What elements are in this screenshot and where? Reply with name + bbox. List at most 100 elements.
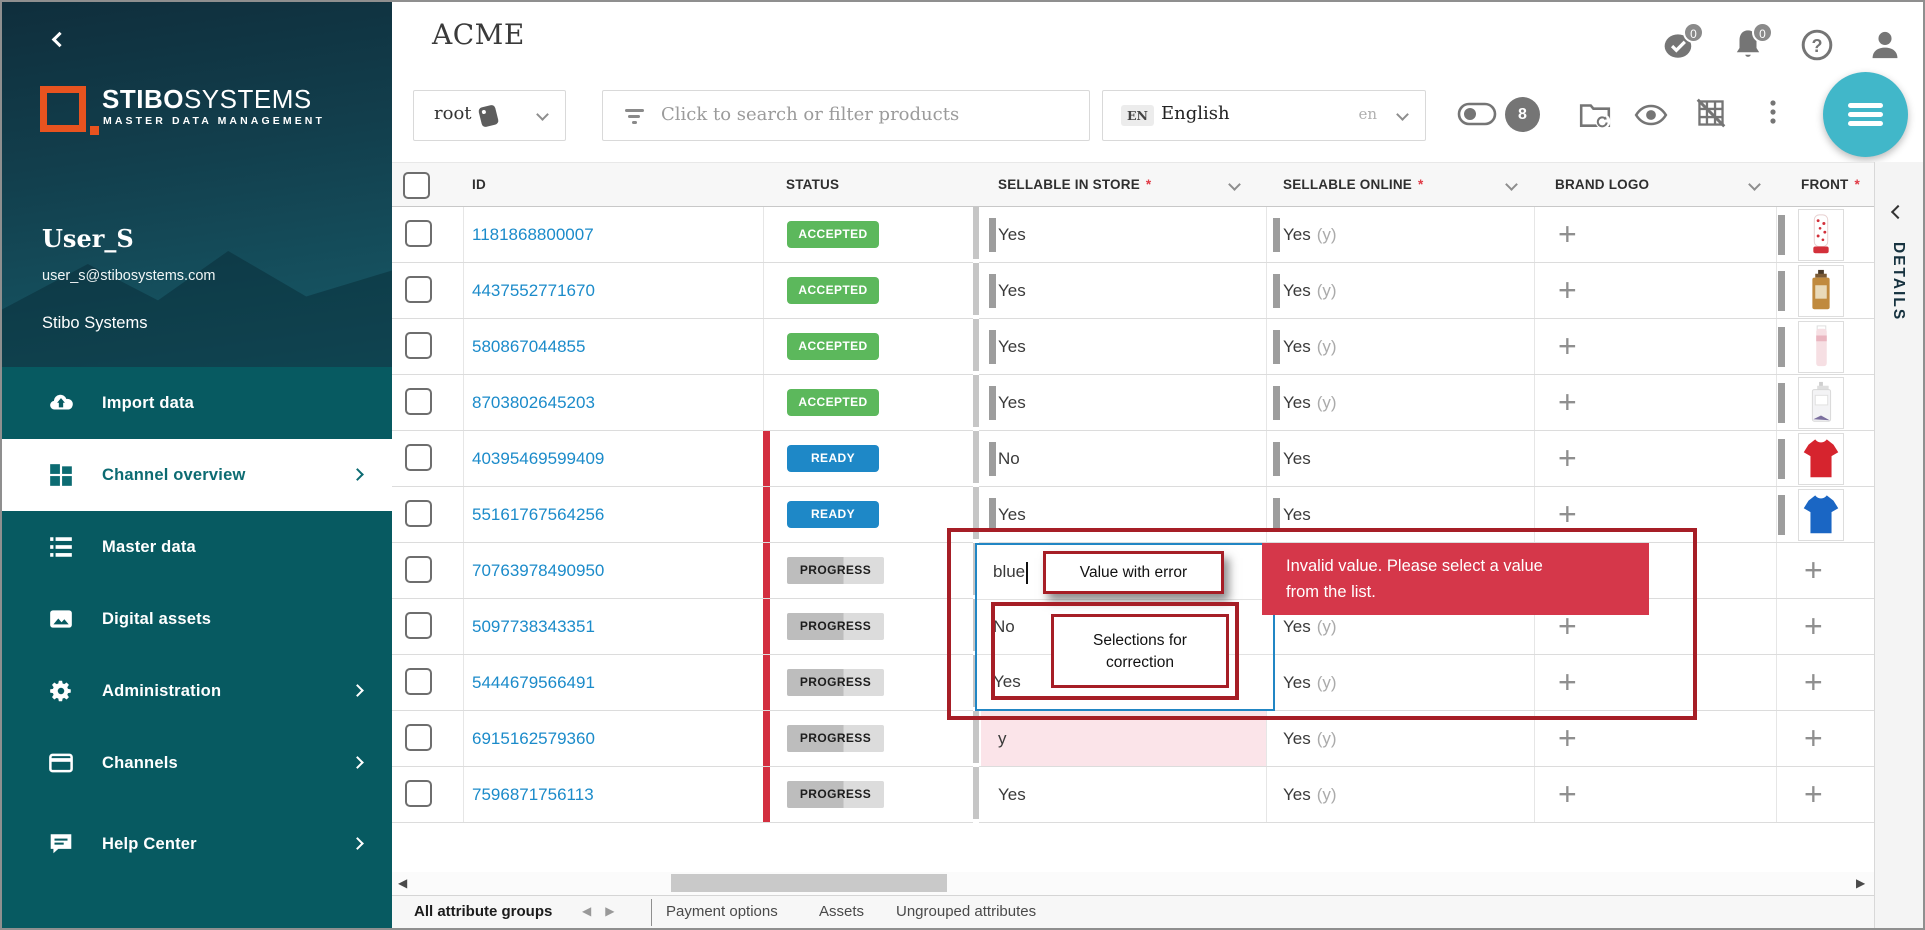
cell-sellable-in-store[interactable]: Yes: [981, 487, 1266, 542]
help-icon[interactable]: ?: [1800, 28, 1834, 62]
row-checkbox[interactable]: [405, 276, 432, 303]
product-id-link[interactable]: 5444679566491: [472, 655, 595, 710]
product-image-thumbnail[interactable]: [1798, 209, 1844, 261]
scroll-right-icon[interactable]: ▶: [1856, 876, 1865, 890]
approvals-icon[interactable]: 0: [1662, 28, 1696, 62]
add-asset-icon[interactable]: +: [1558, 711, 1577, 765]
product-image-thumbnail[interactable]: [1798, 377, 1844, 429]
product-id-link[interactable]: 6915162579360: [472, 711, 595, 766]
basket-toggle-icon[interactable]: [1457, 101, 1497, 127]
search-input[interactable]: Click to search or filter products: [602, 90, 1090, 141]
add-asset-icon[interactable]: +: [1558, 487, 1577, 541]
add-asset-icon[interactable]: +: [1558, 655, 1577, 709]
product-image-thumbnail[interactable]: [1798, 433, 1844, 485]
sidebar-item-administration[interactable]: Administration: [2, 655, 392, 727]
cell-sellable-online[interactable]: Yes(y): [1266, 655, 1534, 710]
cell-sellable-in-store[interactable]: Yes: [981, 319, 1266, 374]
main-menu-fab[interactable]: [1823, 72, 1908, 157]
preview-eye-icon[interactable]: [1634, 104, 1668, 126]
product-id-link[interactable]: 580867044855: [472, 319, 585, 374]
column-header-sellable-in-store[interactable]: SELLABLE IN STORE*: [998, 163, 1151, 207]
cell-sellable-online[interactable]: Yes(y): [1266, 767, 1534, 822]
column-header-front[interactable]: FRONT*: [1801, 163, 1860, 207]
product-image-thumbnail[interactable]: [1798, 489, 1844, 541]
tab-ungrouped-attributes[interactable]: Ungrouped attributes: [896, 903, 1036, 920]
select-all-checkbox[interactable]: [403, 172, 430, 199]
user-avatar-icon[interactable]: [1868, 28, 1902, 62]
column-header-sellable-online[interactable]: SELLABLE ONLINE*: [1283, 163, 1423, 207]
tab-payment-options[interactable]: Payment options: [666, 903, 778, 920]
language-selector[interactable]: EN English en: [1102, 90, 1426, 141]
product-id-link[interactable]: 40395469599409: [472, 431, 604, 486]
basket-count-badge[interactable]: 8: [1505, 97, 1540, 132]
product-id-link[interactable]: 5097738343351: [472, 599, 595, 654]
add-asset-icon[interactable]: +: [1804, 767, 1823, 821]
add-asset-icon[interactable]: +: [1804, 599, 1823, 653]
column-header-status[interactable]: STATUS: [786, 163, 839, 207]
cell-sellable-in-store[interactable]: y: [981, 711, 1266, 766]
product-id-link[interactable]: 1181868800007: [472, 207, 594, 262]
cell-sellable-online[interactable]: Yes: [1266, 487, 1534, 542]
scrollbar-thumb[interactable]: [671, 874, 947, 892]
collapse-sidebar-icon[interactable]: [54, 32, 70, 48]
add-asset-icon[interactable]: +: [1558, 319, 1577, 373]
row-checkbox[interactable]: [405, 500, 432, 527]
column-menu-chevron-icon[interactable]: [1748, 178, 1761, 191]
add-asset-icon[interactable]: +: [1558, 207, 1577, 261]
row-checkbox[interactable]: [405, 556, 432, 583]
row-checkbox[interactable]: [405, 444, 432, 471]
product-image-thumbnail[interactable]: [1798, 321, 1844, 373]
more-options-kebab-icon[interactable]: [1762, 98, 1784, 128]
cell-sellable-in-store[interactable]: Yes: [981, 263, 1266, 318]
cell-sellable-online[interactable]: Yes(y): [1266, 319, 1534, 374]
add-asset-icon[interactable]: +: [1558, 263, 1577, 317]
product-id-link[interactable]: 55161767564256: [472, 487, 604, 542]
sidebar-item-help-center[interactable]: Help Center: [2, 808, 392, 880]
cell-sellable-in-store[interactable]: Yes: [981, 207, 1266, 262]
cell-sellable-online[interactable]: Yes(y): [1266, 599, 1534, 654]
column-header-id[interactable]: ID: [472, 163, 486, 207]
column-menu-chevron-icon[interactable]: [1228, 178, 1241, 191]
cell-sellable-online[interactable]: Yes(y): [1266, 263, 1534, 318]
column-menu-chevron-icon[interactable]: [1505, 178, 1518, 191]
cell-sellable-online[interactable]: Yes: [1266, 431, 1534, 486]
add-asset-icon[interactable]: +: [1804, 543, 1823, 597]
add-asset-icon[interactable]: +: [1558, 375, 1577, 429]
row-checkbox[interactable]: [405, 332, 432, 359]
row-checkbox[interactable]: [405, 388, 432, 415]
product-id-link[interactable]: 8703802645203: [472, 375, 595, 430]
editor-option-yes[interactable]: Yes: [977, 655, 1273, 710]
cell-sellable-in-store[interactable]: No: [981, 431, 1266, 486]
details-panel-label[interactable]: DETAILS: [1889, 242, 1907, 321]
sidebar-item-import-data[interactable]: Import data: [2, 367, 392, 439]
sidebar-item-channel-overview[interactable]: Channel overview: [2, 439, 392, 511]
row-checkbox[interactable]: [405, 668, 432, 695]
product-image-thumbnail[interactable]: [1798, 265, 1844, 317]
product-id-link[interactable]: 4437552771670: [472, 263, 595, 318]
row-checkbox[interactable]: [405, 220, 432, 247]
cell-sellable-online[interactable]: Yes(y): [1266, 375, 1534, 430]
cell-sellable-online[interactable]: Yes(y): [1266, 207, 1534, 262]
add-asset-icon[interactable]: +: [1558, 431, 1577, 485]
tab-scroll-arrows[interactable]: ◀▶: [582, 904, 628, 918]
sidebar-item-channels[interactable]: Channels: [2, 727, 392, 799]
add-asset-icon[interactable]: +: [1804, 655, 1823, 709]
notifications-bell-icon[interactable]: 0: [1731, 28, 1765, 62]
toggle-grid-view-icon[interactable]: [1696, 98, 1726, 128]
scroll-left-icon[interactable]: ◀: [398, 876, 407, 890]
row-checkbox[interactable]: [405, 612, 432, 639]
cell-sellable-online[interactable]: [1266, 543, 1534, 598]
row-checkbox[interactable]: [405, 724, 432, 751]
context-selector[interactable]: root: [413, 90, 566, 141]
add-asset-icon[interactable]: +: [1558, 543, 1577, 597]
cell-sellable-online[interactable]: Yes(y): [1266, 711, 1534, 766]
add-asset-icon[interactable]: +: [1804, 711, 1823, 765]
folder-sync-icon[interactable]: [1578, 98, 1612, 130]
add-asset-icon[interactable]: +: [1558, 767, 1577, 821]
column-header-brand-logo[interactable]: BRAND LOGO: [1555, 163, 1649, 207]
tab-assets[interactable]: Assets: [819, 903, 864, 920]
add-asset-icon[interactable]: +: [1558, 599, 1577, 653]
cell-sellable-in-store[interactable]: Yes: [981, 767, 1266, 822]
editor-input[interactable]: blue: [977, 545, 1273, 600]
product-id-link[interactable]: 70763978490950: [472, 543, 604, 598]
